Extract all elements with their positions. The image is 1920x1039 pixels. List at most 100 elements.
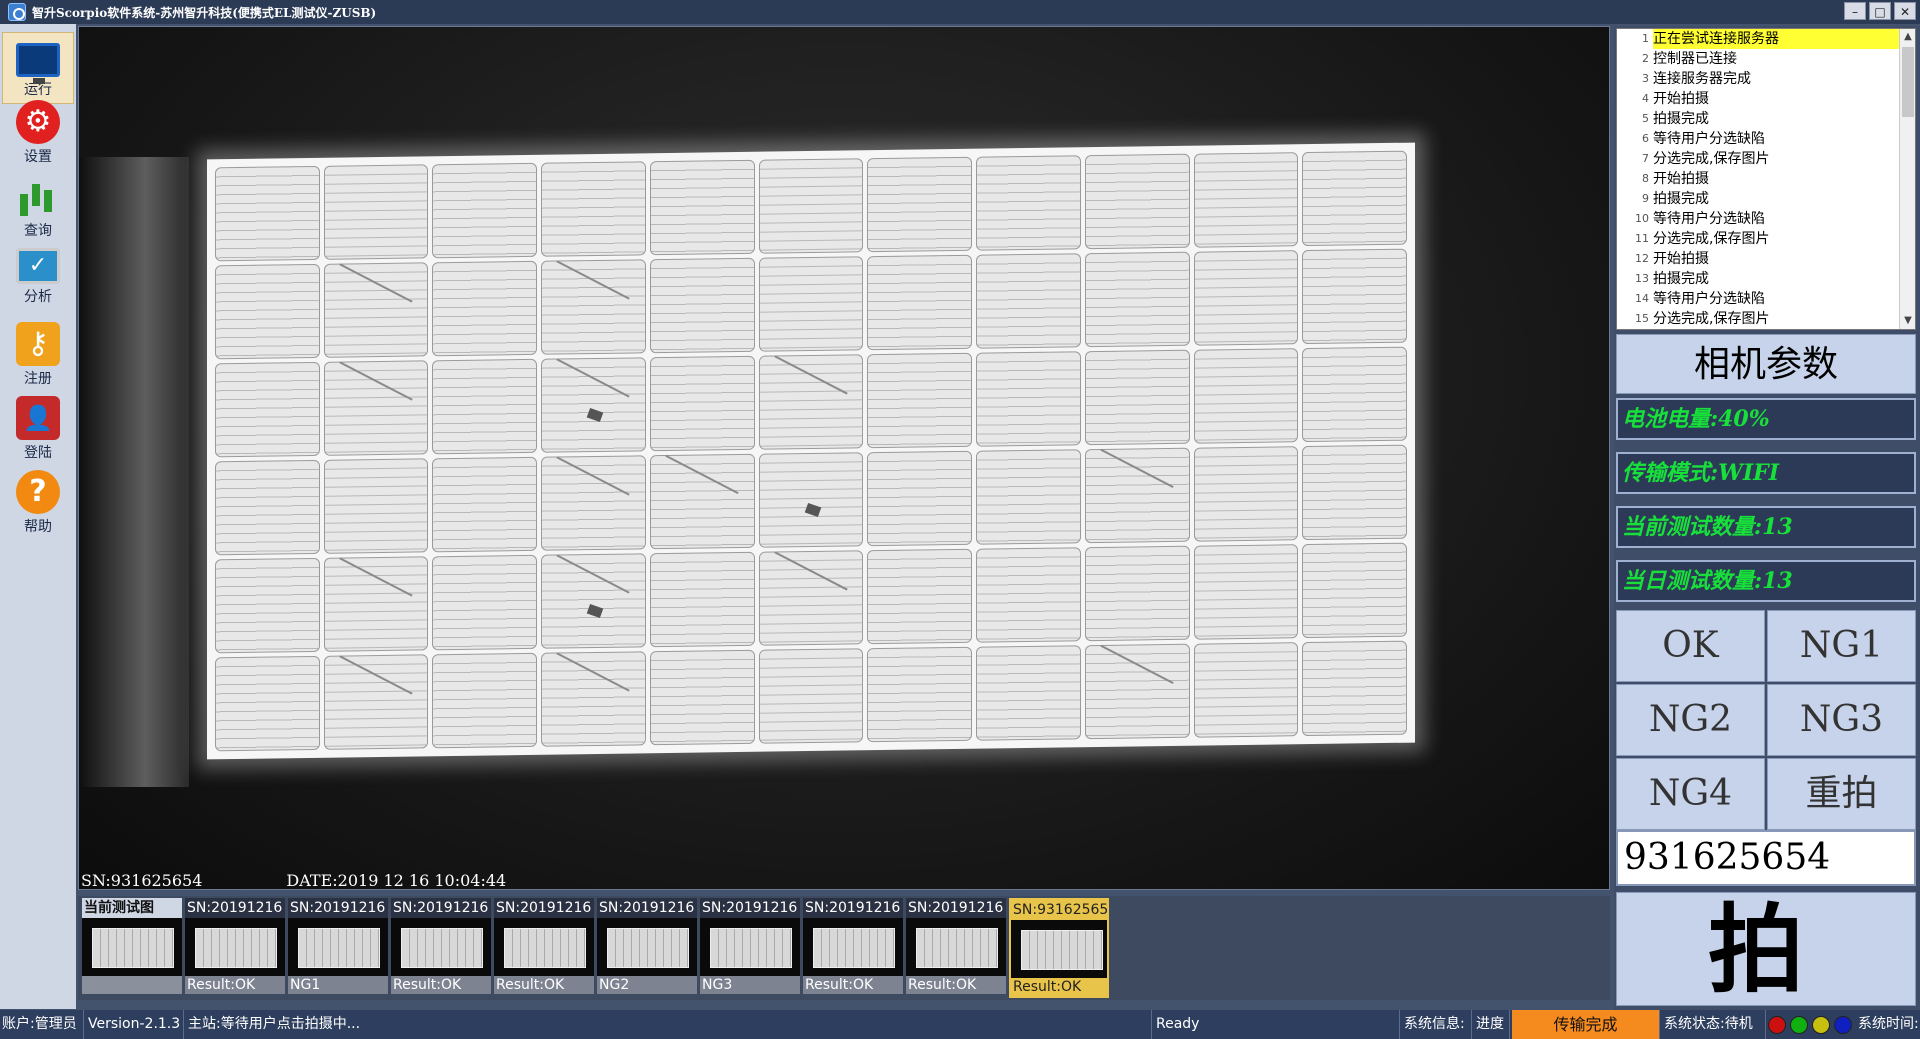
thumbnail-item[interactable]: SN:20191216 NG1 [288,898,388,998]
indicator-blue-icon [1834,1016,1852,1034]
scroll-thumb[interactable] [1902,47,1914,117]
status-account: 账户:管理员 [0,1010,84,1039]
log-line[interactable]: 2 控制器已连接 [1617,49,1915,69]
image-info-line: SN:931625654 DATE:2019 12 16 10:04:44 [81,871,506,889]
thumbnail-item[interactable]: SN:20191216 NG3 [700,898,800,998]
thumbnail-item[interactable]: SN:20191216 Result:OK [803,898,903,998]
thumbnail-label: SN:20191216 [803,898,903,918]
panel-cell [1302,150,1407,247]
grade-ng4-button[interactable]: NG4 [1616,758,1765,830]
panel-cell [541,259,646,355]
nav-query-button[interactable]: 查询 [2,168,74,240]
log-line[interactable]: 13 拍摄完成 [1617,269,1915,289]
thumbnail-image [803,918,903,976]
panel-cell [976,155,1081,251]
thumbnail-current[interactable]: 当前测试图 [82,898,182,998]
log-line[interactable]: 12 开始拍摄 [1617,249,1915,269]
panel-cell [541,455,646,551]
log-line-number: 15 [1635,312,1649,325]
window-title: 智升Scorpio软件系统-苏州智升科技(便携式EL测试仪-ZUSB) [32,5,377,20]
retake-button[interactable]: 重拍 [1767,758,1916,830]
thumbnail-result: NG2 [597,976,697,994]
log-line[interactable]: 1 正在尝试连接服务器 [1617,29,1915,49]
log-line[interactable]: 15 分选完成,保存图片 [1617,309,1915,329]
grade-ng2-button[interactable]: NG2 [1616,684,1765,756]
indicator-green-icon [1790,1016,1808,1034]
panel-cell [758,452,864,548]
thumbnail-image [494,918,594,976]
log-line[interactable]: 8 开始拍摄 [1617,169,1915,189]
log-line-text: 控制器已连接 [1653,51,1737,67]
thumbnail-item[interactable]: SN:20191216 Result:OK [494,898,594,998]
log-line[interactable]: 7 分选完成,保存图片 [1617,149,1915,169]
thumbnail-item[interactable]: SN:20191216 Result:OK [906,898,1006,998]
panel-cell [758,648,864,744]
log-line-text: 拍摄完成 [1653,271,1709,287]
log-line-text: 分选完成,保存图片 [1653,151,1770,167]
right-panel: 1 正在尝试连接服务器 2 控制器已连接 3 连接服务器完成 4 开始拍摄 5 拍摄完成 6 等待用户… [1614,26,1920,1039]
panel-cell [1193,348,1299,444]
log-scrollbar[interactable]: ▲ ▼ [1899,29,1915,329]
grade-ng1-button[interactable]: NG1 [1767,610,1916,682]
panel-cell [976,253,1081,349]
nav-label: 登陆 [24,445,52,461]
nav-login-button[interactable]: 登陆 [2,390,74,462]
panel-cell [432,260,538,357]
nav-label: 分析 [24,289,52,305]
log-line-text: 开始拍摄 [1653,171,1709,187]
nav-analysis-button[interactable]: 分析 [2,242,74,314]
thumbnail-result: Result:OK [803,976,903,994]
thumbnail-item[interactable]: SN:20191216 Result:OK [391,898,491,998]
panel-cell [215,361,320,458]
el-image-viewer[interactable]: SN:931625654 DATE:2019 12 16 10:04:44 [78,26,1610,890]
log-line[interactable]: 3 连接服务器完成 [1617,69,1915,89]
log-list[interactable]: 1 正在尝试连接服务器 2 控制器已连接 3 连接服务器完成 4 开始拍摄 5 拍摄完成 6 等待用户… [1616,28,1916,330]
sn-input[interactable]: 931625654 [1616,830,1916,886]
panel-cell [649,453,755,550]
log-line[interactable]: 4 开始拍摄 [1617,89,1915,109]
maximize-button[interactable]: □ [1869,2,1891,20]
key-icon [16,322,60,366]
log-line[interactable]: 10 等待用户分选缺陷 [1617,209,1915,229]
thumbnail-image [185,918,285,976]
log-line[interactable]: 9 拍摄完成 [1617,189,1915,209]
panel-cell [1302,542,1407,639]
panel-cell [432,358,538,455]
nav-register-button[interactable]: 注册 [2,316,74,388]
log-line-text: 拍摄完成 [1653,191,1709,207]
thumbnail-item-selected[interactable]: SN:93162565 Result:OK [1009,898,1109,998]
nav-help-button[interactable]: 帮助 [2,464,74,536]
thumbnail-result: Result:OK [494,976,594,994]
log-line-text: 连接服务器完成 [1653,71,1751,87]
panel-cell [323,262,429,358]
nav-settings-button[interactable]: 设置 [2,94,74,166]
nav-label: 查询 [24,223,52,239]
scroll-down-icon[interactable]: ▼ [1900,313,1915,329]
panel-cell [215,263,320,360]
close-button[interactable]: ✕ [1894,2,1916,20]
scroll-up-icon[interactable]: ▲ [1900,29,1915,45]
log-line-number: 10 [1635,212,1649,225]
daily-test-count: 当日测试数量:13 [1616,560,1916,602]
log-line[interactable]: 6 等待用户分选缺陷 [1617,129,1915,149]
log-line-text: 分选完成,保存图片 [1653,311,1770,327]
analysis-icon [16,248,60,284]
shoot-button[interactable]: 拍照 [1616,892,1916,1039]
log-line[interactable]: 11 分选完成,保存图片 [1617,229,1915,249]
log-line[interactable]: 14 等待用户分选缺陷 [1617,289,1915,309]
thumbnail-result: NG3 [700,976,800,994]
thumbnail-image [1011,920,1107,978]
help-icon [16,470,60,514]
grade-ok-button[interactable]: OK [1616,610,1765,682]
thumbnail-image [82,918,182,976]
thumbnail-label: SN:20191216 [494,898,594,918]
thumbnail-label: SN:20191216 [906,898,1006,918]
thumbnail-result: Result:OK [185,976,285,994]
panel-cell [323,164,429,260]
grade-ng3-button[interactable]: NG3 [1767,684,1916,756]
log-line[interactable]: 5 拍摄完成 [1617,109,1915,129]
thumbnail-item[interactable]: SN:20191216 Result:OK [185,898,285,998]
minimize-button[interactable]: – [1844,2,1866,20]
thumbnail-item[interactable]: SN:20191216 NG2 [597,898,697,998]
thumbnail-label: SN:20191216 [597,898,697,918]
